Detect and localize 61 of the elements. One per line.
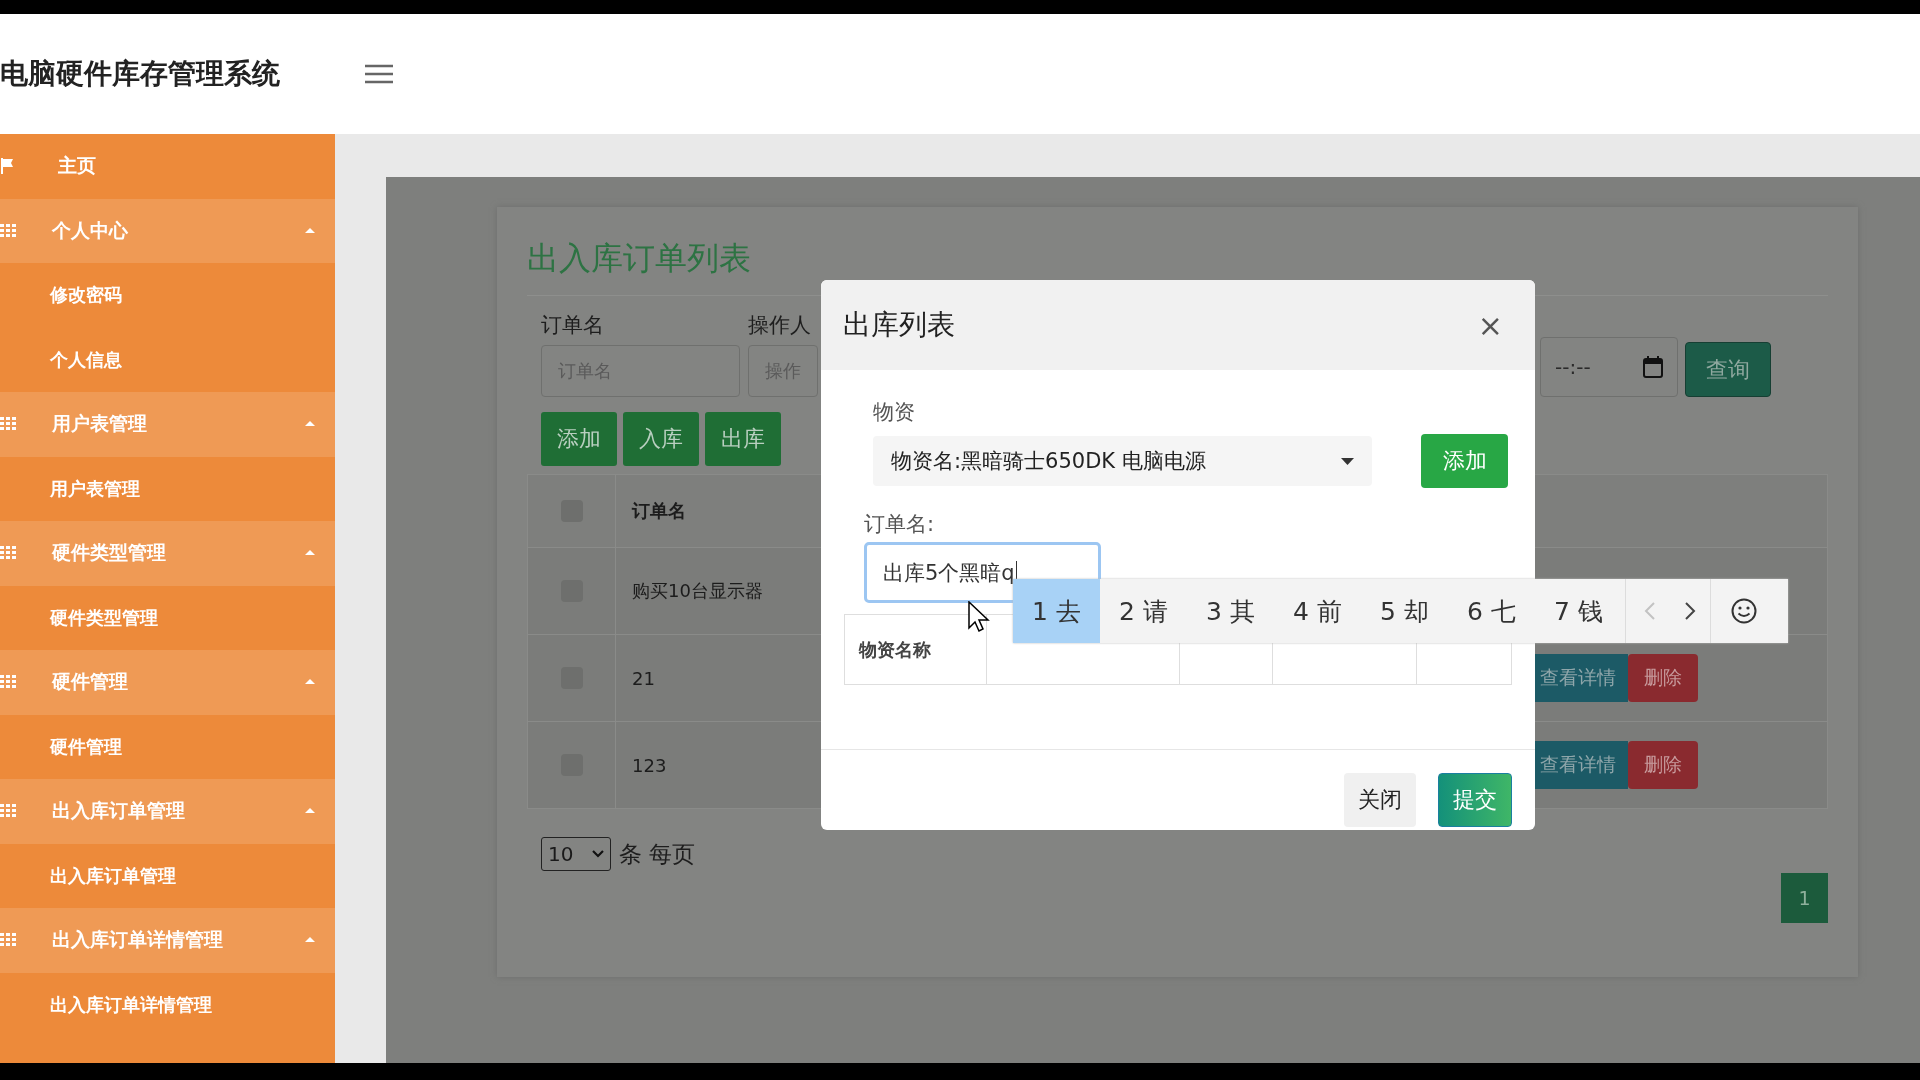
next-icon[interactable]	[1684, 601, 1696, 621]
page-button[interactable]: 1	[1781, 873, 1828, 923]
field-label: 操作人	[748, 312, 812, 339]
column-header: 订单名	[632, 499, 686, 523]
sidebar-item[interactable]: 出入库订单详情管理	[0, 972, 335, 1037]
action-button[interactable]: 出库	[705, 412, 781, 466]
search-button[interactable]: 查询	[1685, 342, 1771, 397]
material-select[interactable]: 物资名:黑暗骑士650DK 电脑电源	[873, 436, 1372, 486]
sidebar-item[interactable]: 个人信息	[0, 327, 335, 392]
sidebar-group[interactable]: 硬件管理	[0, 650, 335, 715]
calendar-icon	[1643, 356, 1663, 378]
sidebar-group[interactable]: 出入库订单管理	[0, 779, 335, 844]
candidate-item[interactable]: 6 七	[1448, 579, 1535, 643]
candidate-item[interactable]: 5 却	[1361, 579, 1448, 643]
grid-icon	[0, 675, 16, 690]
close-button[interactable]: ×	[1471, 306, 1509, 344]
candidate-item[interactable]: 3 其	[1187, 579, 1274, 643]
grid-icon	[0, 417, 16, 432]
page-size-select[interactable]: 10	[541, 837, 611, 871]
smiley-icon[interactable]	[1731, 598, 1757, 624]
grid-icon	[0, 933, 16, 948]
sidebar-group[interactable]: 出入库订单详情管理	[0, 908, 335, 973]
caret-icon	[1341, 457, 1354, 465]
flag-icon	[0, 158, 14, 175]
table-cell: 购买10台显示器	[632, 579, 763, 603]
field-label: 物资	[873, 399, 916, 426]
grid-icon	[0, 546, 16, 561]
sidebar-group[interactable]: 硬件类型管理	[0, 521, 335, 586]
action-button[interactable]: 入库	[623, 412, 699, 466]
sidebar-item[interactable]: 主页	[0, 134, 335, 199]
date-field[interactable]: --:--	[1540, 337, 1678, 397]
grid-icon	[0, 223, 16, 238]
sidebar-item[interactable]: 出入库订单管理	[0, 843, 335, 908]
dialog-title: 出库列表	[843, 307, 955, 343]
field-label: 订单名:	[864, 511, 936, 538]
page-size-label: 条 每页	[619, 839, 696, 869]
close-button[interactable]: 关闭	[1344, 773, 1416, 827]
field-label: 订单名	[541, 312, 605, 339]
submit-button[interactable]: 提交	[1438, 773, 1512, 827]
delete-button[interactable]: 删除	[1628, 741, 1698, 789]
sidebar-item[interactable]: 硬件类型管理	[0, 585, 335, 650]
sidebar-group[interactable]: 个人中心	[0, 198, 335, 263]
candidate-item[interactable]: 2 请	[1100, 579, 1187, 643]
action-button[interactable]: 添加	[541, 412, 617, 466]
menu-icon[interactable]	[365, 64, 393, 84]
candidate-item[interactable]: 7 钱	[1535, 579, 1622, 643]
delete-button[interactable]: 删除	[1628, 654, 1698, 702]
sidebar-item[interactable]: 修改密码	[0, 263, 335, 328]
sidebar-group[interactable]: 用户表管理	[0, 392, 335, 457]
chevron-icon	[592, 850, 604, 858]
candidate-item[interactable]: 4 前	[1274, 579, 1361, 643]
add-button[interactable]: 添加	[1421, 434, 1508, 488]
column-header: 物资名称	[859, 637, 931, 662]
sidebar-item[interactable]: 硬件管理	[0, 714, 335, 779]
app-title: 电脑硬件库存管理系统	[0, 56, 281, 92]
grid-icon	[0, 804, 16, 819]
sidebar-item[interactable]: 用户表管理	[0, 456, 335, 521]
table-cell: 123	[632, 754, 667, 776]
table-cell: 21	[632, 667, 655, 689]
cursor-icon	[968, 601, 990, 633]
candidate-item[interactable]: 1 去	[1013, 579, 1100, 643]
